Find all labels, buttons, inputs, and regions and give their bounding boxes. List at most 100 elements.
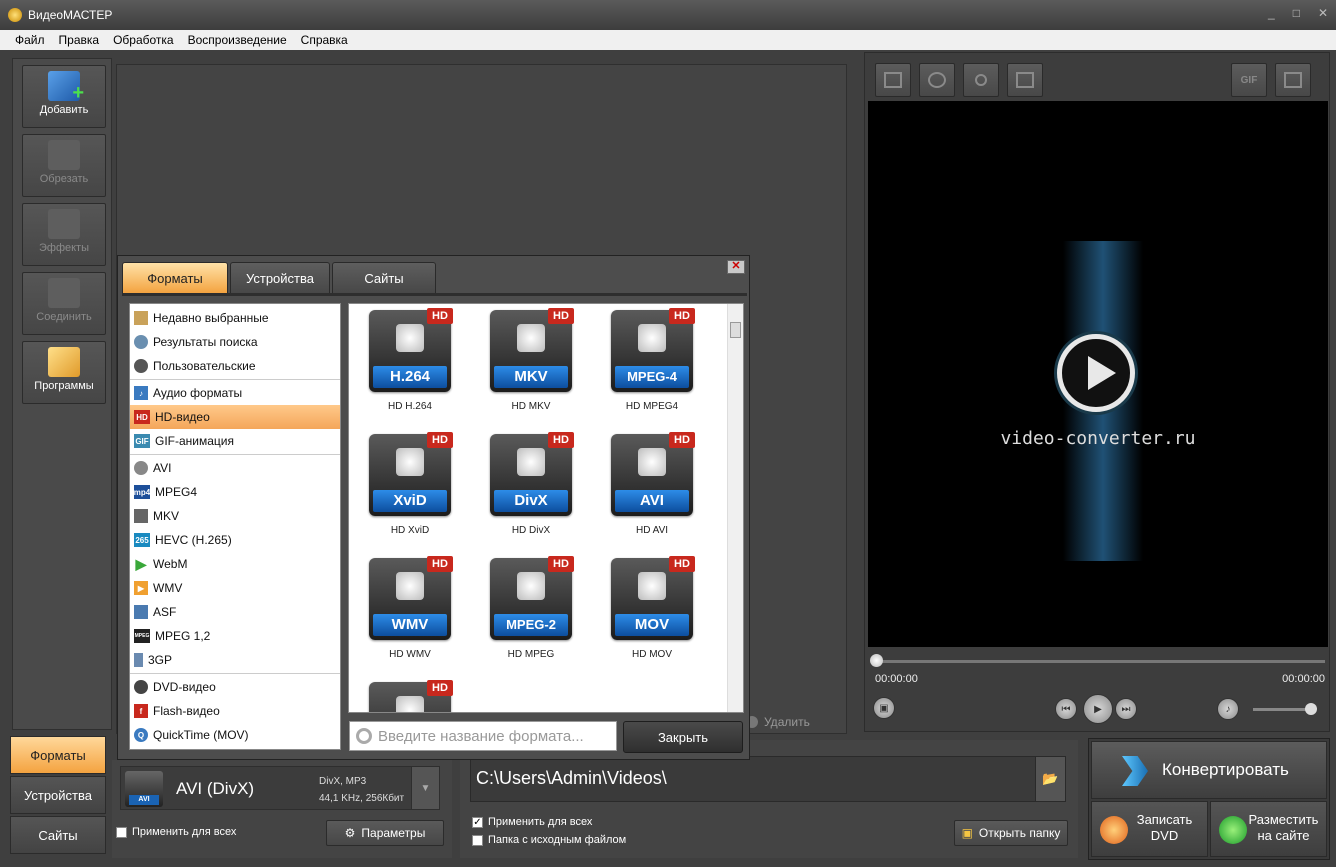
folder-browse-button[interactable]: 📂 bbox=[1035, 757, 1065, 801]
rotate-button[interactable] bbox=[1007, 63, 1043, 97]
scrollbar-thumb[interactable] bbox=[730, 322, 741, 338]
open-folder-label: Открыть папку bbox=[978, 826, 1061, 840]
tab-sites[interactable]: Сайты bbox=[10, 816, 106, 854]
dialog-tab-formats[interactable]: Форматы bbox=[122, 262, 228, 294]
webm-icon: ▶ bbox=[135, 555, 147, 572]
category-hevc[interactable]: 265 HEVC (H.265) bbox=[130, 528, 340, 552]
chevron-down-icon[interactable]: ▼ bbox=[411, 767, 439, 809]
menu-edit[interactable]: Правка bbox=[59, 33, 100, 47]
format-caption: HD XviD bbox=[390, 525, 430, 536]
tab-formats[interactable]: Форматы bbox=[10, 736, 106, 774]
effects-button[interactable]: Эффекты bbox=[22, 203, 106, 266]
camcorder-icon bbox=[396, 696, 424, 712]
category-mpeg12[interactable]: MPEG MPEG 1,2 bbox=[130, 624, 340, 648]
play-button[interactable]: ▶ bbox=[1083, 694, 1113, 724]
hd-badge: HD bbox=[669, 308, 695, 324]
join-button[interactable]: Соединить bbox=[22, 272, 106, 335]
add-button[interactable]: + Добавить bbox=[22, 65, 106, 128]
maximize-button[interactable]: □ bbox=[1293, 6, 1300, 20]
category-dvd[interactable]: DVD-видео bbox=[130, 675, 340, 699]
format-grid: HD H.264 HD H.264 HD MKV HD MKV HD MPEG-4 HD M… bbox=[348, 303, 744, 713]
output-path-field[interactable]: C:\Users\Admin\Videos\ 📂 bbox=[470, 756, 1066, 802]
open-folder-button[interactable]: ▣ Открыть папку bbox=[954, 820, 1068, 846]
category-wmv[interactable]: ▶ WMV bbox=[130, 576, 340, 600]
category-gif[interactable]: GIF GIF-анимация bbox=[130, 429, 340, 453]
category-avi[interactable]: AVI bbox=[130, 456, 340, 480]
apply-all-format-checkbox[interactable]: Применить для всех bbox=[116, 826, 236, 838]
fullscreen-button[interactable] bbox=[1275, 63, 1311, 97]
category-user[interactable]: Пользовательские bbox=[130, 354, 340, 378]
delete-button[interactable]: Удалить bbox=[746, 709, 836, 735]
source-folder-checkbox[interactable]: Папка с исходным файлом bbox=[472, 834, 626, 846]
hd-badge: HD bbox=[669, 556, 695, 572]
format-card-mov[interactable]: HD MOV HD MOV bbox=[602, 556, 702, 668]
gif-button[interactable]: GIF bbox=[1231, 63, 1267, 97]
close-window-button[interactable]: ✕ bbox=[1318, 6, 1328, 20]
upload-site-line1: Разместить bbox=[1248, 812, 1319, 827]
category-search-results[interactable]: Результаты поиска bbox=[130, 330, 340, 354]
volume-button[interactable]: ♪ bbox=[1217, 698, 1239, 720]
minimize-button[interactable]: _ bbox=[1268, 6, 1275, 20]
menu-file[interactable]: Файл bbox=[15, 33, 45, 47]
bottom-tabs: Форматы Устройства Сайты bbox=[10, 736, 108, 856]
apply-all-output-checkbox[interactable]: ✓ Применить для всех bbox=[472, 816, 592, 828]
upload-site-button[interactable]: Разместить на сайте bbox=[1210, 801, 1327, 857]
stabilize-button[interactable] bbox=[919, 63, 955, 97]
category-audio[interactable]: ♪ Аудио форматы bbox=[130, 381, 340, 405]
format-card-avi[interactable]: HD AVI HD AVI bbox=[602, 432, 702, 544]
seek-bar[interactable] bbox=[875, 660, 1325, 663]
programs-button[interactable]: Программы bbox=[22, 341, 106, 404]
format-card-mkv[interactable]: HD MKV HD MKV bbox=[481, 308, 581, 420]
trim-label: Обрезать bbox=[39, 173, 89, 185]
category-mkv[interactable]: MKV bbox=[130, 504, 340, 528]
dialog-close-button[interactable]: Закрыть bbox=[623, 721, 743, 753]
video-watermark: video-converter.ru bbox=[1000, 428, 1196, 449]
format-card-h264[interactable]: HD H.264 HD H.264 bbox=[360, 308, 460, 420]
menu-processing[interactable]: Обработка bbox=[113, 33, 174, 47]
volume-slider[interactable] bbox=[1253, 708, 1311, 711]
camcorder-icon bbox=[517, 448, 545, 476]
snapshot-button[interactable]: ▣ bbox=[873, 697, 895, 719]
volume-handle[interactable] bbox=[1305, 703, 1317, 715]
trim-button[interactable]: Обрезать bbox=[22, 134, 106, 197]
format-card-wmv[interactable]: HD WMV HD WMV bbox=[360, 556, 460, 668]
category-hd-video[interactable]: HD HD-видео bbox=[130, 405, 340, 429]
format-spec-codec: DivX, MP3 bbox=[319, 776, 367, 787]
category-label: HEVC (H.265) bbox=[155, 533, 232, 547]
crop-button[interactable] bbox=[875, 63, 911, 97]
next-button[interactable]: ⏭ bbox=[1115, 698, 1137, 720]
dialog-tab-devices[interactable]: Устройства bbox=[230, 262, 330, 294]
convert-button[interactable]: Конвертировать bbox=[1091, 741, 1327, 799]
format-selector[interactable]: AVI AVI (DivX) DivX, MP3 44,1 KHz, 256Кб… bbox=[120, 766, 440, 810]
category-3gp[interactable]: 3GP bbox=[130, 648, 340, 672]
format-card-mpeg2[interactable]: HD MPEG-2 HD MPEG bbox=[481, 556, 581, 668]
seek-handle[interactable] bbox=[870, 654, 883, 667]
menu-help[interactable]: Справка bbox=[301, 33, 348, 47]
format-card-divx[interactable]: HD DivX HD DivX bbox=[481, 432, 581, 544]
camcorder-icon bbox=[638, 572, 666, 600]
category-quicktime[interactable]: Q QuickTime (MOV) bbox=[130, 723, 340, 747]
tab-devices[interactable]: Устройства bbox=[10, 776, 106, 814]
dialog-close-icon[interactable]: ✕ bbox=[727, 260, 745, 274]
menu-playback[interactable]: Воспроизведение bbox=[188, 33, 287, 47]
dialog-tab-sites[interactable]: Сайты bbox=[332, 262, 436, 294]
format-card-xvid[interactable]: HD XviD HD XviD bbox=[360, 432, 460, 544]
convert-arrow-icon bbox=[1122, 756, 1148, 786]
category-asf[interactable]: ASF bbox=[130, 600, 340, 624]
params-button[interactable]: ⚙ Параметры bbox=[326, 820, 444, 846]
category-recent[interactable]: Недавно выбранные bbox=[130, 306, 340, 330]
category-mpeg4[interactable]: mp4 MPEG4 bbox=[130, 480, 340, 504]
category-label: MPEG 1,2 bbox=[155, 629, 211, 643]
format-grid-scrollbar[interactable] bbox=[727, 304, 743, 712]
video-screen[interactable]: video-converter.ru bbox=[868, 101, 1328, 647]
format-search-input[interactable]: Введите название формата... bbox=[349, 721, 617, 751]
format-card-icon: HD XviD bbox=[369, 432, 453, 516]
category-webm[interactable]: ▶ WebM bbox=[130, 552, 340, 576]
category-flash[interactable]: f Flash-видео bbox=[130, 699, 340, 723]
prev-button[interactable]: ⏮ bbox=[1055, 698, 1077, 720]
brightness-button[interactable] bbox=[963, 63, 999, 97]
burn-dvd-button[interactable]: Записать DVD bbox=[1091, 801, 1208, 857]
format-card-partial[interactable]: HD bbox=[360, 680, 460, 712]
big-play-icon[interactable] bbox=[1057, 334, 1135, 412]
format-card-mpeg4[interactable]: HD MPEG-4 HD MPEG4 bbox=[602, 308, 702, 420]
